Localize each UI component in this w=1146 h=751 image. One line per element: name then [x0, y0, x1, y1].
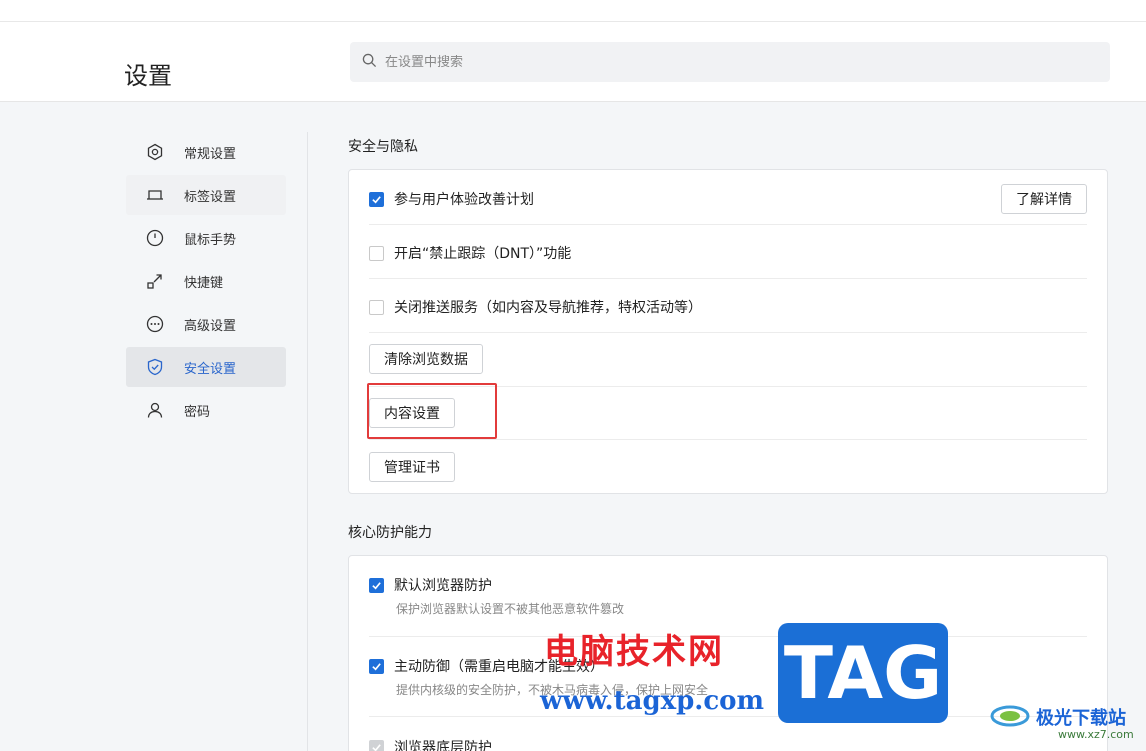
security-card: 参与用户体验改善计划 了解详情 开启“禁止跟踪（DNT）”功能 关闭推送服务（如…: [348, 169, 1108, 494]
sidebar-item-tabs[interactable]: 标签设置: [126, 175, 286, 215]
sidebar-item-shortcuts[interactable]: 快捷键: [126, 261, 286, 301]
browser-protection-row: 默认浏览器防护: [369, 574, 1087, 596]
browser-protection-label: 默认浏览器防护: [394, 578, 492, 594]
sidebar-item-label: 高级设置: [184, 318, 237, 334]
low-level-protection-label: 浏览器底层防护: [394, 740, 492, 751]
sidebar-item-label: 常规设置: [184, 146, 237, 162]
watermark-site-name: 极光下载站: [1036, 708, 1126, 729]
hexagon-icon: [146, 143, 164, 161]
tab-icon: [146, 186, 164, 204]
sidebar-item-label: 安全设置: [184, 361, 237, 377]
dnt-label: 开启“禁止跟踪（DNT）”功能: [394, 246, 572, 262]
row-divider: [369, 224, 1087, 225]
browser-protection-desc: 保护浏览器默认设置不被其他恶意软件篡改: [396, 602, 625, 616]
dnt-checkbox[interactable]: [369, 245, 384, 261]
watermark-tag-logo: TAG: [778, 623, 948, 723]
low-level-protection-row: 浏览器底层防护: [369, 736, 1087, 751]
highlight-box: [367, 383, 497, 439]
row-divider: [369, 278, 1087, 279]
dnt-row: 开启“禁止跟踪（DNT）”功能: [369, 242, 1087, 264]
active-defense-checkbox[interactable]: [369, 658, 384, 674]
manage-certificates-button[interactable]: 管理证书: [369, 452, 455, 482]
watermark-site-domain: www.xz7.com: [1058, 728, 1134, 741]
section-title-core: 核心防护能力: [348, 525, 432, 541]
top-strip: [0, 0, 1146, 22]
sidebar-item-password[interactable]: 密码: [126, 390, 286, 430]
row-divider: [369, 716, 1087, 717]
shortcut-arrow-icon: [146, 272, 164, 290]
active-defense-row: 主动防御（需重启电脑才能生效）: [369, 655, 1087, 677]
clear-browsing-data-button[interactable]: 清除浏览数据: [369, 344, 483, 374]
watermark-site: 极光下载站 www.xz7.com: [990, 700, 1134, 741]
ux-plan-row: 参与用户体验改善计划 了解详情: [369, 184, 1087, 214]
manage-certs-row: 管理证书: [369, 451, 1087, 483]
aurora-logo-icon: [990, 700, 1030, 734]
sidebar-divider: [307, 132, 308, 751]
header: 设置: [0, 22, 1146, 102]
search-icon: [362, 53, 377, 72]
push-label: 关闭推送服务（如内容及导航推荐，特权活动等）: [394, 300, 702, 316]
user-icon: [146, 401, 164, 419]
row-divider: [369, 439, 1087, 440]
clear-data-row: 清除浏览数据: [369, 343, 1087, 375]
sidebar-item-advanced[interactable]: 高级设置: [126, 304, 286, 344]
browser-protection-checkbox[interactable]: [369, 577, 384, 593]
sidebar-item-label: 鼠标手势: [184, 232, 237, 248]
watermark-url: www.tagxp.com: [540, 686, 765, 716]
row-divider: [369, 332, 1087, 333]
section-title-security: 安全与隐私: [348, 139, 418, 155]
push-row: 关闭推送服务（如内容及导航推荐，特权活动等）: [369, 296, 1087, 318]
row-divider: [369, 636, 1087, 637]
low-level-protection-checkbox: [369, 739, 384, 751]
ux-plan-label: 参与用户体验改善计划: [394, 192, 534, 208]
sidebar-item-label: 标签设置: [184, 189, 237, 205]
ux-plan-checkbox[interactable]: [369, 191, 384, 207]
search-input[interactable]: [385, 54, 985, 70]
search-box[interactable]: [350, 42, 1110, 82]
sidebar: 常规设置 标签设置 鼠标手势 快捷键 高级设置 安全设置 密码: [126, 132, 286, 433]
sidebar-item-label: 快捷键: [184, 275, 224, 291]
mouse-icon: [146, 229, 164, 247]
sidebar-item-security[interactable]: 安全设置: [126, 347, 286, 387]
more-dots-icon: [146, 315, 164, 333]
watermark-cn-text: 电脑技术网: [544, 632, 724, 672]
shield-icon: [146, 358, 164, 376]
sidebar-item-mouse[interactable]: 鼠标手势: [126, 218, 286, 258]
push-checkbox[interactable]: [369, 299, 384, 315]
sidebar-item-label: 密码: [184, 404, 211, 420]
sidebar-item-general[interactable]: 常规设置: [126, 132, 286, 172]
page-title: 设置: [124, 62, 172, 90]
learn-more-button[interactable]: 了解详情: [1001, 184, 1087, 214]
